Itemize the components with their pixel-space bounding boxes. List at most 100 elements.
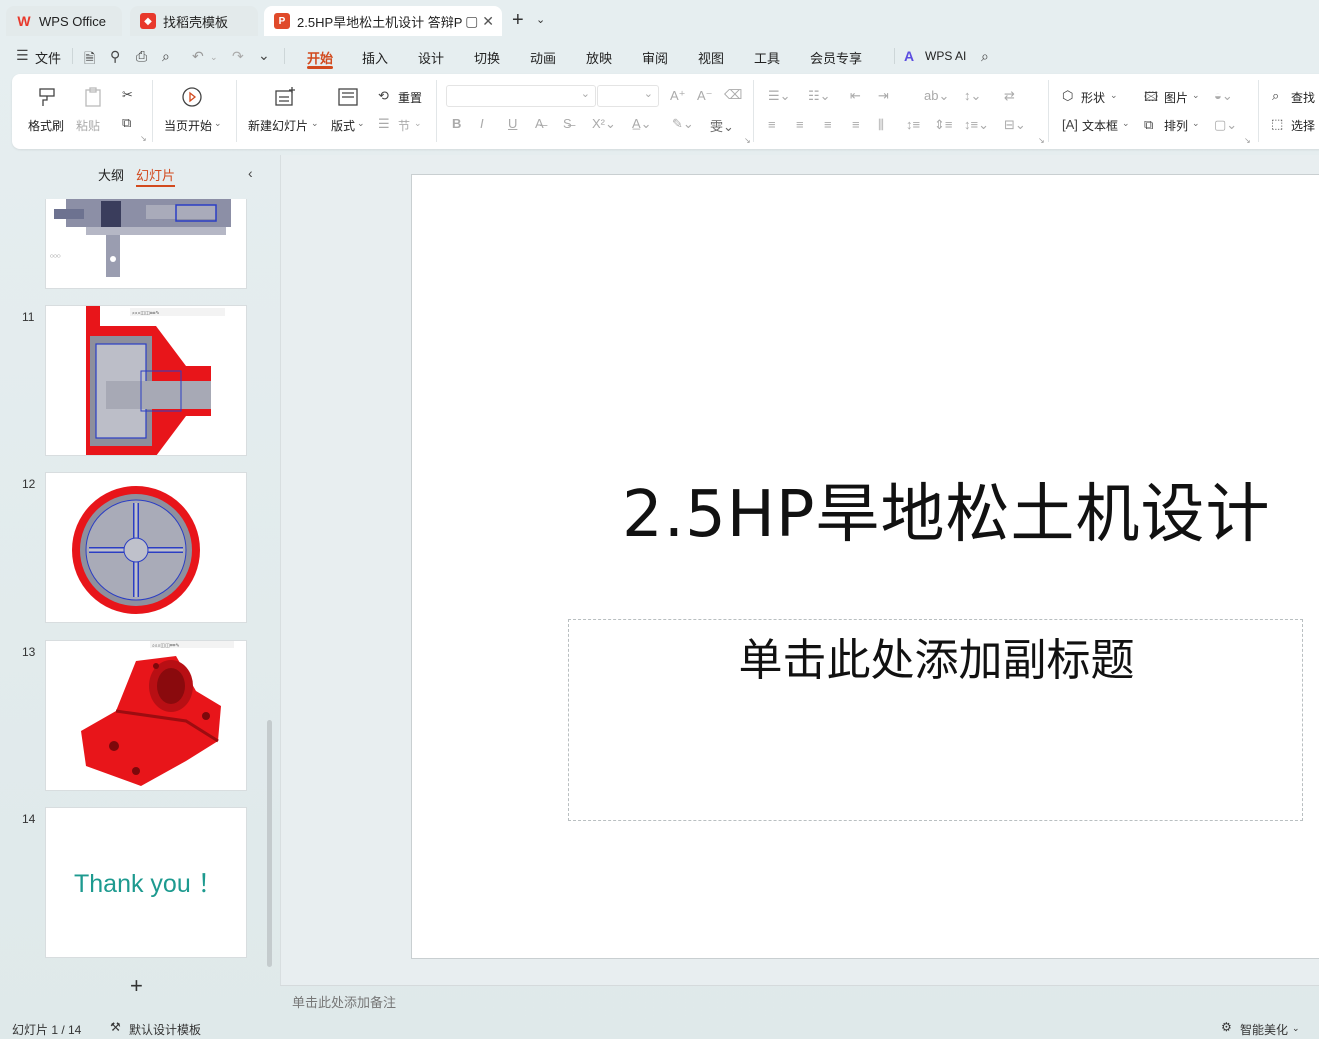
new-slide-button[interactable]: 新建幻灯片 xyxy=(248,117,308,134)
menu-animations[interactable]: 动画 xyxy=(530,48,556,67)
clear-format-icon[interactable]: ⌫ xyxy=(724,87,742,103)
menu-file[interactable]: 文件 xyxy=(35,48,61,67)
shadow-icon[interactable]: S̶ xyxy=(563,116,572,131)
sort-icon[interactable]: ↕⌄ xyxy=(964,88,981,104)
underline-icon[interactable]: U xyxy=(508,116,517,131)
expand-icon[interactable]: ↘ xyxy=(140,134,147,143)
panel-scrollbar[interactable] xyxy=(267,720,272,967)
menu-slideshow[interactable]: 放映 xyxy=(586,48,612,67)
menu-wps-ai[interactable]: WPS AI xyxy=(925,49,966,63)
phonetic-icon[interactable]: 雯⌄ xyxy=(710,116,734,135)
outline-icon[interactable]: ▢⌄ xyxy=(1214,117,1237,133)
chevron-down-icon[interactable]: ⌄ xyxy=(1192,118,1200,129)
tab-outline[interactable]: 大纲 xyxy=(98,165,124,187)
menu-transitions[interactable]: 切换 xyxy=(474,48,500,67)
spacing-dropdown-icon[interactable]: ↕≡⌄ xyxy=(964,117,989,133)
superscript-icon[interactable]: X²⌄ xyxy=(592,116,616,132)
tab-docer-templates[interactable]: ◆ 找稻壳模板 xyxy=(130,6,258,36)
hamburger-icon[interactable]: ☰ xyxy=(16,47,29,64)
subtitle-placeholder-box[interactable]: 单击此处添加副标题 xyxy=(568,619,1303,821)
chevron-down-icon[interactable]: ⌄ xyxy=(536,13,545,26)
section-button[interactable]: 节 xyxy=(398,117,410,134)
tab-current-presentation[interactable]: P 2.5HP旱地松土机设计 答辩PPT ▢ ✕ xyxy=(264,6,502,36)
slide-thumbnail[interactable]: ⌕⌕⌕◫◫⌗⌗✎ xyxy=(45,305,247,456)
search-icon[interactable]: ⌕ xyxy=(981,48,989,65)
print-icon[interactable]: ⎙ xyxy=(136,48,147,65)
chevron-down-icon[interactable]: ⌄ xyxy=(311,118,319,129)
save-icon[interactable]: 🗎 xyxy=(84,48,95,72)
paste-button[interactable]: 粘贴 xyxy=(76,117,100,134)
textbox-button[interactable]: 文本框 xyxy=(1082,117,1118,134)
menu-member[interactable]: 会员专享 xyxy=(810,48,862,67)
notes-pane[interactable]: 单击此处添加备注 xyxy=(280,985,1319,1015)
align-right-icon[interactable]: ≡ xyxy=(824,117,832,132)
cut-icon[interactable]: ✂ xyxy=(122,87,133,103)
copy-icon[interactable]: ⧉ xyxy=(122,115,131,131)
slide-thumbnail[interactable]: ○○○ xyxy=(45,199,247,289)
design-template-button[interactable]: 默认设计模板 xyxy=(129,1021,201,1038)
subtitle-placeholder[interactable]: 单击此处添加副标题 xyxy=(569,624,1304,688)
smart-beautify-button[interactable]: 智能美化 xyxy=(1240,1021,1288,1038)
select-button[interactable]: 选择 xyxy=(1291,117,1315,134)
fill-icon[interactable]: ◒⌄ xyxy=(1214,88,1233,104)
font-family-dropdown[interactable] xyxy=(446,85,596,107)
increase-font-icon[interactable]: A⁺ xyxy=(670,88,686,104)
reset-button[interactable]: 重置 xyxy=(398,89,422,106)
chevron-down-icon[interactable]: ⌄ xyxy=(1292,1023,1300,1034)
tab-slides[interactable]: 幻灯片 xyxy=(136,165,176,187)
text-direction-icon[interactable]: ab⌄ xyxy=(924,88,949,104)
new-tab-plus-icon[interactable]: + xyxy=(512,9,524,32)
chevron-down-icon[interactable]: ⌄ xyxy=(414,118,422,129)
arrange-button[interactable]: 排列 xyxy=(1164,117,1188,134)
justify-icon[interactable]: ≡ xyxy=(852,117,860,132)
menu-review[interactable]: 审阅 xyxy=(642,48,668,67)
chevron-down-icon[interactable]: ⌄ xyxy=(214,118,222,129)
align-left-icon[interactable]: ≡ xyxy=(768,117,776,132)
share-icon[interactable]: ⚲ xyxy=(110,48,120,65)
tab-wps-office[interactable]: W WPS Office xyxy=(6,6,122,36)
close-icon[interactable]: ▢ ✕ xyxy=(463,13,494,30)
wps-ai-icon[interactable]: A xyxy=(904,48,914,64)
chevron-down-icon[interactable]: ⌄ xyxy=(1192,90,1200,101)
decrease-font-icon[interactable]: A⁻ xyxy=(697,88,713,104)
distribute-icon[interactable]: ⫼ xyxy=(878,117,884,133)
increase-indent-icon[interactable]: ⇥ xyxy=(878,88,889,104)
slide-thumbnail[interactable]: Thank you ！ xyxy=(45,807,247,958)
chevron-down-icon[interactable]: ⌄ xyxy=(258,47,270,64)
font-color-icon[interactable]: A̲⌄ xyxy=(632,116,652,132)
paragraph-spacing-icon[interactable]: ⇕≡ xyxy=(934,117,952,133)
menu-design[interactable]: 设计 xyxy=(418,48,444,67)
numbered-list-icon[interactable]: ☷⌄ xyxy=(808,88,831,104)
slide-thumbnail[interactable]: ⌕⌕⌕◫◫⌗⌗✎ xyxy=(45,640,247,791)
strikethrough-icon[interactable]: A̶ xyxy=(535,116,544,131)
layout-button[interactable]: 版式 xyxy=(331,117,355,134)
convert-icon[interactable]: ⇄ xyxy=(1004,88,1015,104)
shape-button[interactable]: 形状 xyxy=(1081,89,1105,106)
menu-insert[interactable]: 插入 xyxy=(362,48,388,67)
expand-icon[interactable]: ↘ xyxy=(1038,136,1045,145)
line-spacing-icon[interactable]: ↕≡ xyxy=(906,117,920,132)
add-slide-plus-icon[interactable]: + xyxy=(130,973,143,999)
font-size-dropdown[interactable] xyxy=(597,85,659,107)
bold-icon[interactable]: B xyxy=(452,116,461,131)
align-center-icon[interactable]: ≡ xyxy=(796,117,804,132)
menu-tools[interactable]: 工具 xyxy=(754,48,780,67)
slide-thumbnail[interactable] xyxy=(45,472,247,623)
find-button[interactable]: 查找 xyxy=(1291,89,1315,106)
chevron-down-icon[interactable]: ⌄ xyxy=(1122,118,1130,129)
notes-placeholder[interactable]: 单击此处添加备注 xyxy=(292,992,396,1011)
bullet-list-icon[interactable]: ☰⌄ xyxy=(768,88,791,104)
format-painter-button[interactable]: 格式刷 xyxy=(28,117,64,134)
picture-button[interactable]: 图片 xyxy=(1164,89,1188,106)
expand-icon[interactable]: ↘ xyxy=(1244,136,1251,145)
print-preview-icon[interactable]: ⌕ xyxy=(162,48,170,65)
expand-icon[interactable]: ↘ xyxy=(744,136,751,145)
redo-icon[interactable]: ↷ xyxy=(232,48,244,65)
highlight-icon[interactable]: ✎⌄ xyxy=(672,116,694,132)
italic-icon[interactable]: I xyxy=(480,116,484,131)
chevron-down-icon[interactable]: ⌄ xyxy=(357,118,365,129)
slide-title[interactable]: 2.5HP旱地松土机设计 xyxy=(622,463,1271,555)
chevron-down-icon[interactable]: ⌄ xyxy=(210,52,218,63)
play-from-current-button[interactable]: 当页开始 xyxy=(164,117,212,134)
undo-icon[interactable]: ↶ xyxy=(192,48,204,65)
